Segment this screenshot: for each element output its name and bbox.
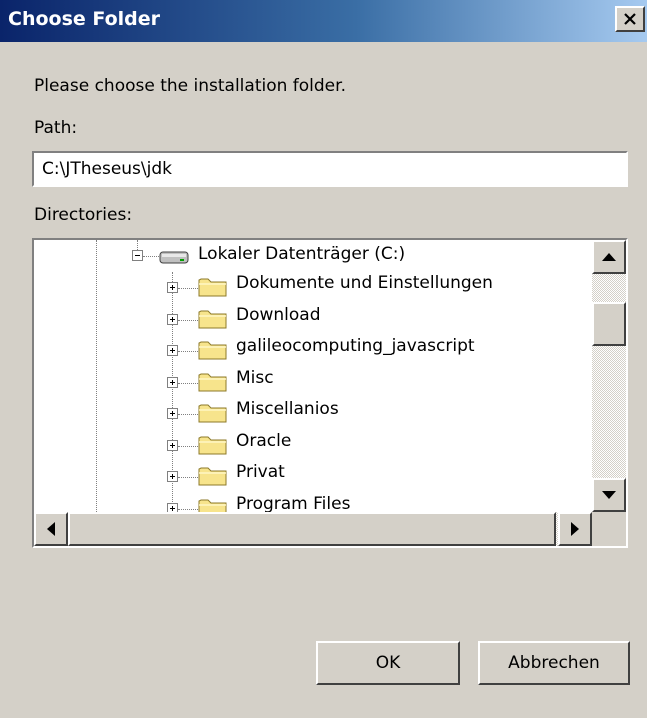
drive-icon — [159, 251, 189, 264]
folder-expand-toggle[interactable] — [167, 502, 178, 512]
tree-guide-line — [96, 240, 97, 512]
vertical-scrollbar[interactable] — [592, 240, 626, 512]
folder-expand-toggle[interactable] — [167, 376, 178, 388]
drive-collapse-toggle[interactable] — [132, 250, 143, 261]
folder-icon — [198, 310, 227, 328]
directories-label: Directories: — [34, 205, 133, 225]
scroll-up-arrow-icon — [602, 253, 616, 261]
folder-expand-toggle[interactable] — [167, 313, 178, 325]
folder-expand-toggle[interactable] — [167, 439, 178, 451]
folder-icon — [198, 404, 227, 423]
tree-item-label: Privat — [236, 462, 285, 482]
scroll-left-arrow-icon — [47, 522, 55, 536]
tree-item-label: Miscellanios — [236, 399, 339, 419]
tree-item-drive-c[interactable]: Lokaler Datenträger (C:) — [198, 244, 405, 264]
vertical-scroll-thumb[interactable] — [592, 302, 626, 346]
folder-icon — [198, 467, 227, 486]
tree-guide-line — [178, 288, 198, 289]
tree-item-label: Oracle — [236, 430, 292, 451]
tree-guide-line — [178, 477, 198, 478]
tree-item-label: galileocomputing_javascript — [236, 336, 475, 356]
tree-item-label: Download — [236, 304, 321, 325]
tree-guide-line — [178, 508, 198, 510]
folder-icon — [198, 499, 227, 512]
folder-icon — [198, 436, 227, 454]
path-input[interactable] — [32, 151, 628, 187]
tree-guide-line — [178, 351, 198, 352]
folder-expand-toggle[interactable] — [167, 471, 178, 482]
tree-guide-line — [178, 414, 198, 415]
tree-item-label: Program Files — [236, 493, 351, 513]
folder-icon — [198, 373, 227, 391]
scroll-down-arrow-icon — [602, 491, 616, 499]
scroll-down-button[interactable] — [592, 478, 626, 512]
folder-expand-toggle[interactable] — [167, 282, 178, 293]
prompt-text: Please choose the installation folder. — [34, 76, 346, 96]
folder-expand-toggle[interactable] — [167, 408, 178, 419]
scroll-right-arrow-icon — [571, 522, 579, 536]
path-label: Path: — [34, 118, 78, 138]
tree-guide-line — [178, 382, 198, 384]
ok-button[interactable]: OK — [316, 641, 460, 685]
scrollbar-corner — [592, 512, 626, 546]
scroll-up-button[interactable] — [592, 240, 626, 274]
tree-item-label: Dokumente und Einstellungen — [236, 273, 493, 293]
directory-tree[interactable]: Lokaler Datenträger (C:) Dokumente und E… — [32, 238, 628, 548]
close-button[interactable] — [615, 6, 645, 32]
horizontal-scrollbar[interactable] — [34, 512, 592, 546]
tree-guide-line — [143, 256, 159, 257]
folder-icon — [198, 278, 227, 297]
close-icon — [624, 13, 636, 25]
folder-expand-toggle[interactable] — [167, 345, 178, 356]
cancel-button[interactable]: Abbrechen — [478, 641, 630, 685]
scroll-left-button[interactable] — [34, 512, 68, 546]
window-title: Choose Folder — [8, 8, 161, 30]
scroll-right-button[interactable] — [558, 512, 592, 546]
tree-guide-line — [178, 319, 198, 321]
tree-item-label: Misc — [236, 367, 274, 388]
title-bar[interactable]: Choose Folder — [0, 0, 647, 42]
tree-guide-line — [178, 445, 198, 447]
folder-icon — [198, 341, 227, 360]
tree-viewport[interactable]: Lokaler Datenträger (C:) Dokumente und E… — [34, 240, 592, 512]
horizontal-scroll-thumb[interactable] — [68, 512, 556, 546]
tree-guide-line — [137, 240, 138, 250]
